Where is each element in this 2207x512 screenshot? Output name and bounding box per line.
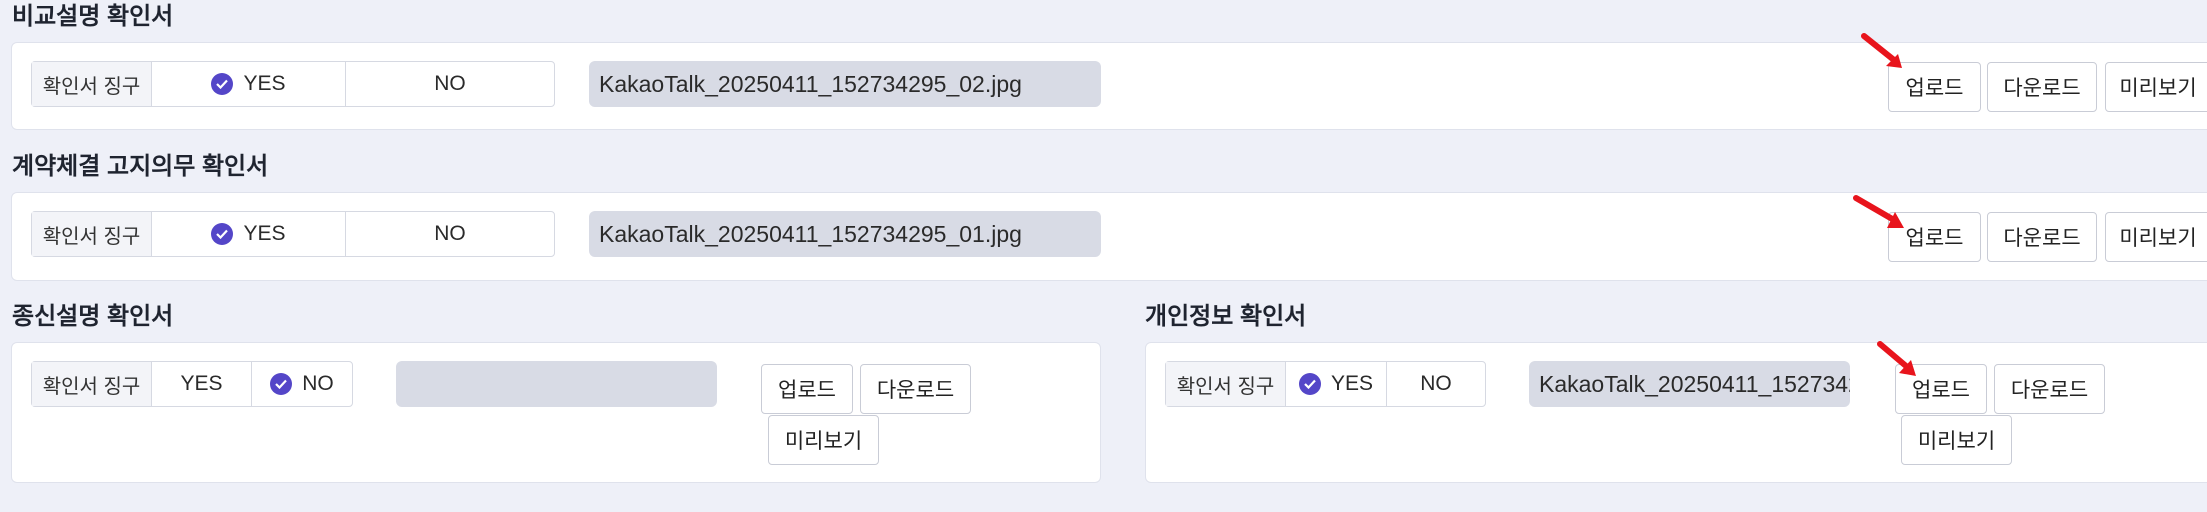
- no-option[interactable]: NO: [346, 62, 554, 106]
- no-label: NO: [302, 372, 334, 395]
- toggle-label: 확인서 징구: [32, 212, 152, 256]
- confirmation-toggle-group: 확인서 징구 YES NO: [1165, 361, 1486, 407]
- yes-label: YES: [243, 72, 286, 95]
- attached-file-field: [396, 361, 717, 407]
- download-button[interactable]: 다운로드: [1987, 62, 2097, 112]
- toggle-label: 확인서 징구: [32, 62, 152, 106]
- attached-file-field: KakaoTalk_20250411_152734295_02.jpg: [589, 61, 1101, 107]
- red-arrow-icon: [1861, 33, 1902, 68]
- no-option[interactable]: NO: [252, 362, 352, 406]
- download-button[interactable]: 다운로드: [860, 364, 971, 414]
- check-circle-icon: [211, 223, 234, 245]
- document-panel: 확인서 징구 YES NO 업로드 다운로드 미리보기: [11, 342, 1101, 483]
- preview-button[interactable]: 미리보기: [1901, 415, 2012, 465]
- yes-option[interactable]: YES: [152, 212, 346, 256]
- confirmation-toggle-group: 확인서 징구 YES NO: [31, 211, 555, 257]
- check-circle-icon: [270, 373, 293, 395]
- no-label: NO: [434, 72, 466, 95]
- yes-label: YES: [1330, 372, 1374, 395]
- confirmation-toggle-group: 확인서 징구 YES NO: [31, 361, 353, 407]
- red-arrow-icon: [1877, 341, 1916, 376]
- check-circle-icon: [211, 73, 234, 95]
- download-button[interactable]: 다운로드: [1987, 212, 2097, 262]
- attached-file-field: KakaoTalk_20250411_1527342: [1529, 361, 1850, 407]
- section-title: 개인정보 확인서: [1145, 303, 1307, 330]
- download-button[interactable]: 다운로드: [1994, 364, 2105, 414]
- preview-button[interactable]: 미리보기: [2105, 62, 2207, 112]
- no-option[interactable]: NO: [1387, 362, 1485, 406]
- upload-button[interactable]: 업로드: [761, 364, 853, 414]
- toggle-label: 확인서 징구: [32, 362, 152, 406]
- preview-button[interactable]: 미리보기: [2105, 212, 2207, 262]
- section-title: 비교설명 확인서: [12, 3, 174, 30]
- yes-label: YES: [243, 222, 286, 245]
- yes-label: YES: [180, 372, 223, 395]
- yes-option[interactable]: YES: [152, 362, 252, 406]
- attached-file-field: KakaoTalk_20250411_152734295_01.jpg: [589, 211, 1101, 257]
- red-arrow-icon: [1853, 195, 1904, 228]
- no-label: NO: [434, 222, 466, 245]
- toggle-label: 확인서 징구: [1166, 362, 1286, 406]
- document-panel: 확인서 징구 YES NO KakaoTalk_20250411_1527342…: [1145, 342, 2207, 483]
- preview-button[interactable]: 미리보기: [768, 415, 879, 465]
- no-option[interactable]: NO: [346, 212, 554, 256]
- section-title: 계약체결 고지의무 확인서: [12, 153, 269, 180]
- section-title: 종신설명 확인서: [12, 303, 174, 330]
- check-circle-icon: [1298, 373, 1321, 395]
- confirmation-toggle-group: 확인서 징구 YES NO: [31, 61, 555, 107]
- no-label: NO: [1420, 372, 1452, 395]
- yes-option[interactable]: YES: [1286, 362, 1387, 406]
- yes-option[interactable]: YES: [152, 62, 346, 106]
